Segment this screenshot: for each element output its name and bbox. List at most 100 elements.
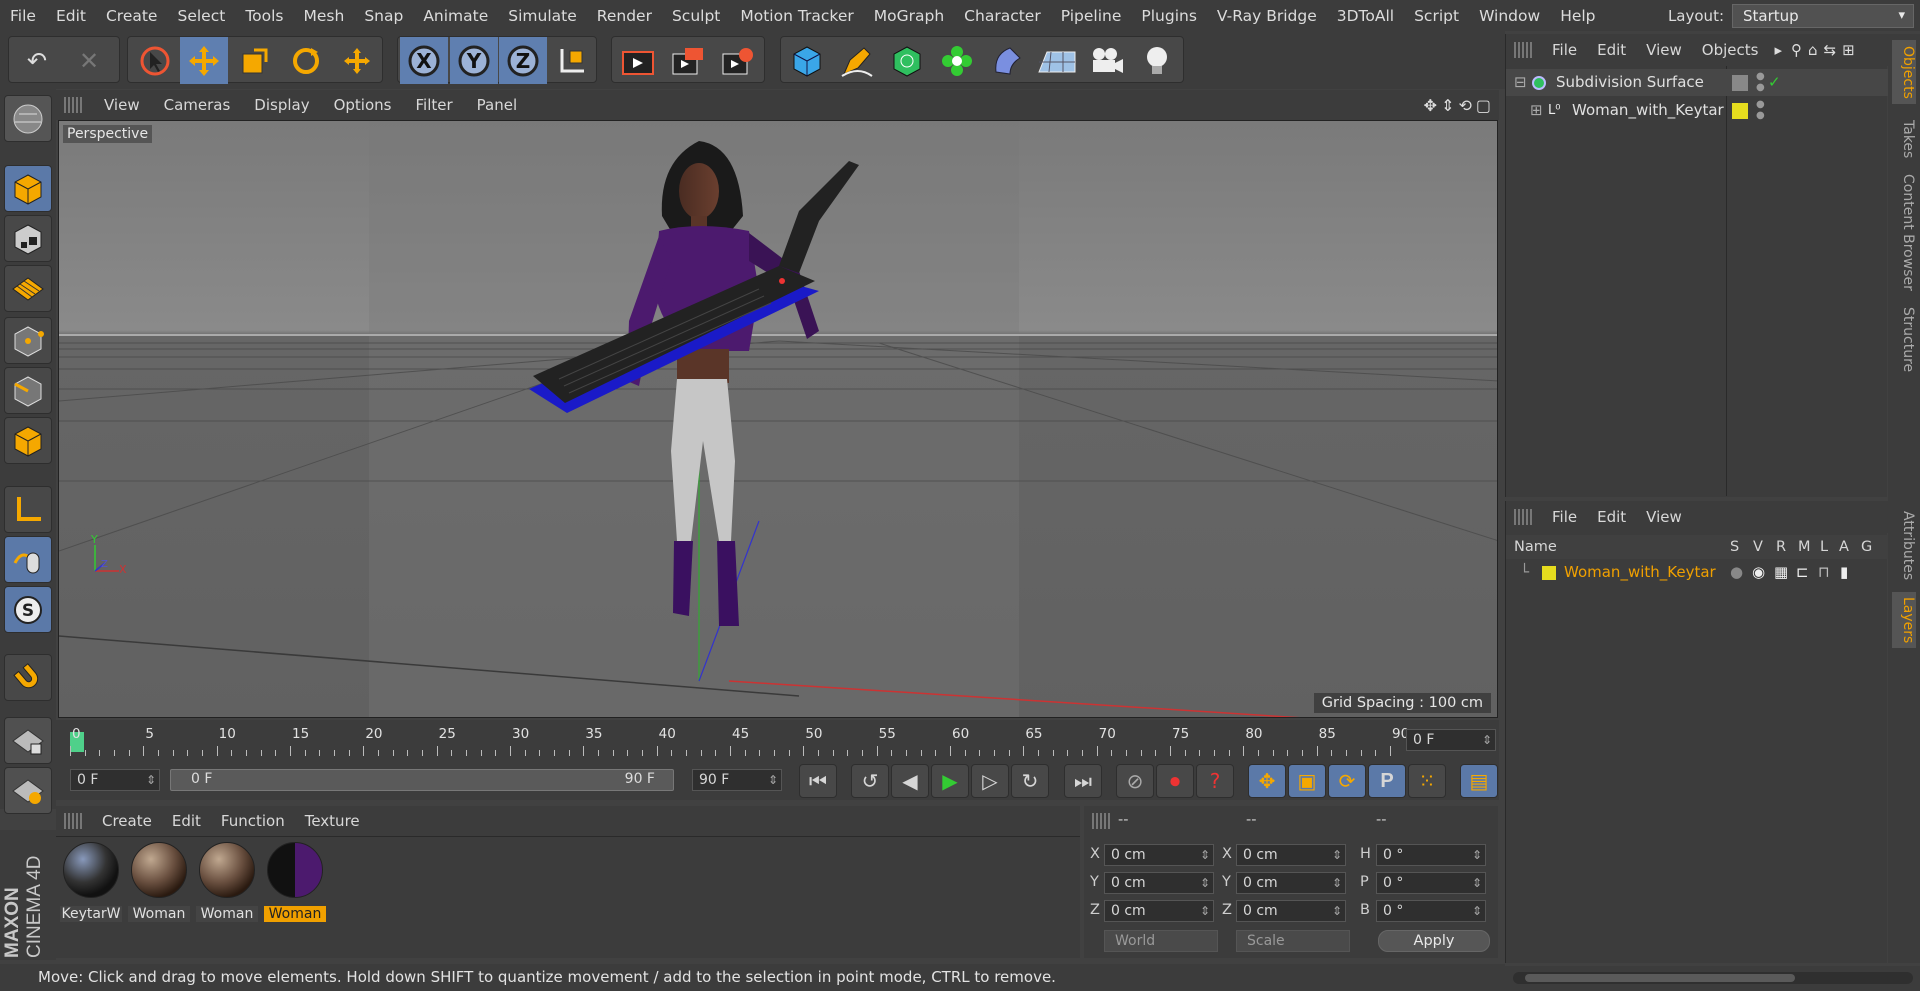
menu-animate[interactable]: Animate	[413, 7, 498, 25]
apply-button[interactable]: Apply	[1378, 930, 1490, 952]
material-menu-function[interactable]: Function	[211, 812, 295, 830]
object-menu-view[interactable]: View	[1636, 41, 1692, 59]
pen-icon[interactable]	[833, 37, 881, 84]
tweak-mode-icon[interactable]	[4, 536, 52, 583]
size-mode-select[interactable]: Scale	[1236, 930, 1350, 952]
viewport-perspective[interactable]: Perspective Y X Z Grid Spacing : 100 cm	[58, 120, 1498, 718]
menu-create[interactable]: Create	[96, 7, 168, 25]
panel-scrollbar[interactable]	[1505, 966, 1920, 991]
lock-toggle-icon[interactable]: ⊓	[1818, 559, 1830, 586]
coordinate-system-icon[interactable]	[548, 37, 596, 84]
edges-mode-icon[interactable]	[4, 367, 52, 414]
menu-select[interactable]: Select	[167, 7, 235, 25]
scroll-track[interactable]	[1513, 972, 1913, 984]
texture-mode-icon[interactable]	[4, 215, 52, 262]
menu-character[interactable]: Character	[954, 7, 1051, 25]
tab-objects[interactable]: Objects	[1892, 40, 1916, 104]
undo-icon[interactable]: ↶	[13, 37, 61, 84]
render-toggle-icon[interactable]: ▦	[1774, 559, 1788, 586]
cube-icon[interactable]	[783, 37, 831, 84]
scale-icon[interactable]	[231, 37, 279, 84]
menu-plugins[interactable]: Plugins	[1131, 7, 1207, 25]
key-scale-icon[interactable]: ▣	[1288, 764, 1326, 798]
tab-structure[interactable]: Structure	[1892, 300, 1916, 380]
z-axis-icon[interactable]: Z	[499, 37, 547, 84]
tab-layers[interactable]: Layers	[1892, 592, 1916, 648]
material-menu-texture[interactable]: Texture	[295, 812, 370, 830]
cloner-icon[interactable]	[933, 37, 981, 84]
viewport-menu-display[interactable]: Display	[242, 96, 321, 114]
y-axis-icon[interactable]: Y	[450, 37, 498, 84]
menu-help[interactable]: Help	[1550, 7, 1605, 25]
pos-z-field[interactable]: 0 cm	[1104, 900, 1214, 922]
solo-toggle-icon[interactable]: ●	[1730, 559, 1743, 586]
viewport-menu-cameras[interactable]: Cameras	[152, 96, 243, 114]
orbit-icon[interactable]: ⟲	[1458, 96, 1471, 115]
visibility-dots-icon[interactable]: ● ●	[1756, 71, 1765, 93]
animation-toggle-icon[interactable]: ▮	[1840, 559, 1848, 586]
floor-icon[interactable]	[1033, 37, 1081, 84]
scroll-thumb[interactable]	[1525, 974, 1795, 982]
layer-color-swatch[interactable]	[1732, 103, 1748, 119]
workplane-mode-icon[interactable]	[4, 265, 52, 312]
key-position-icon[interactable]: ✥	[1248, 764, 1286, 798]
menu-motion-tracker[interactable]: Motion Tracker	[730, 7, 863, 25]
rot-p-field[interactable]: 0 °	[1376, 872, 1486, 894]
menu-tools[interactable]: Tools	[235, 7, 293, 25]
drag-handle-icon[interactable]	[64, 813, 82, 829]
drag-handle-icon[interactable]	[64, 97, 82, 113]
pos-x-field[interactable]: 0 cm	[1104, 844, 1214, 866]
object-row[interactable]: ⊞ L⁰ Woman_with_Keytar ● ●	[1506, 97, 1888, 124]
menu-render[interactable]: Render	[587, 7, 662, 25]
timeline-ruler[interactable]: 0 5 10 15 20 25 30 35 40 45 50 55 60 65 70 75 80 85 90 0 F	[56, 720, 1499, 760]
menu-snap[interactable]: Snap	[354, 7, 413, 25]
render-picture-queue-icon[interactable]	[664, 37, 712, 84]
key-rotation-icon[interactable]: ⟳	[1328, 764, 1366, 798]
column-name[interactable]: Name	[1514, 535, 1557, 559]
viewport-menu-view[interactable]: View	[92, 96, 152, 114]
menu-mesh[interactable]: Mesh	[294, 7, 355, 25]
frame-ruler[interactable]: 0 5 10 15 20 25 30 35 40 45 50 55 60 65 70 75 80 85 90	[70, 726, 1410, 756]
menu-simulate[interactable]: Simulate	[498, 7, 587, 25]
light-icon[interactable]	[1133, 37, 1181, 84]
home-icon[interactable]: ⌂	[1805, 41, 1821, 59]
scheme-icon[interactable]: ▤	[1460, 764, 1498, 798]
deformer-icon[interactable]	[983, 37, 1031, 84]
polygons-mode-icon[interactable]	[4, 417, 52, 464]
dolly-icon[interactable]: ⇕	[1441, 96, 1454, 115]
material-swatch[interactable]: KeytarW	[60, 840, 122, 922]
layer-menu-view[interactable]: View	[1636, 508, 1692, 526]
redo-icon[interactable]: ✕	[65, 37, 113, 84]
drag-handle-icon[interactable]	[1092, 813, 1110, 829]
size-x-field[interactable]: 0 cm	[1236, 844, 1346, 866]
material-swatch[interactable]: Woman	[128, 840, 190, 922]
model-mode-icon[interactable]	[4, 165, 52, 212]
material-menu-create[interactable]: Create	[92, 812, 162, 830]
keyframe-selection-icon[interactable]: ?	[1196, 764, 1234, 798]
next-key-icon[interactable]: ↻	[1011, 764, 1049, 798]
tab-takes[interactable]: Takes	[1892, 114, 1916, 164]
material-swatch[interactable]: Woman	[264, 840, 326, 922]
column-view[interactable]: V	[1753, 535, 1763, 559]
arrows-icon[interactable]: ⇆	[1821, 41, 1840, 59]
current-frame-field[interactable]: 0 F	[1406, 729, 1496, 751]
layer-row[interactable]: └ Woman_with_Keytar ● ◉ ▦ ⊏ ⊓ ▮	[1506, 559, 1888, 586]
manager-toggle-icon[interactable]: ⊏	[1796, 559, 1809, 586]
column-generators[interactable]: G	[1861, 535, 1872, 559]
size-y-field[interactable]: 0 cm	[1236, 872, 1346, 894]
object-menu-file[interactable]: File	[1542, 41, 1587, 59]
go-to-end-icon[interactable]: ⏭	[1064, 764, 1102, 798]
drag-handle-icon[interactable]	[1514, 42, 1532, 58]
menu-vray-bridge[interactable]: V-Ray Bridge	[1207, 7, 1327, 25]
transform-icon[interactable]	[333, 37, 381, 84]
visibility-dots-icon[interactable]: ● ●	[1756, 99, 1765, 121]
viewport-menu-options[interactable]: Options	[322, 96, 404, 114]
drag-handle-icon[interactable]	[1514, 509, 1532, 525]
lock-workplane-icon[interactable]	[4, 717, 52, 764]
frame-range-slider[interactable]: 0 F 90 F	[170, 769, 674, 791]
key-parameter-icon[interactable]: P	[1368, 764, 1406, 798]
menu-3dtoall[interactable]: 3DToAll	[1327, 7, 1404, 25]
end-frame-field[interactable]: 90 F	[692, 769, 782, 791]
go-to-start-icon[interactable]: ⏮	[799, 764, 837, 798]
workplane-grid-icon[interactable]	[4, 767, 52, 814]
